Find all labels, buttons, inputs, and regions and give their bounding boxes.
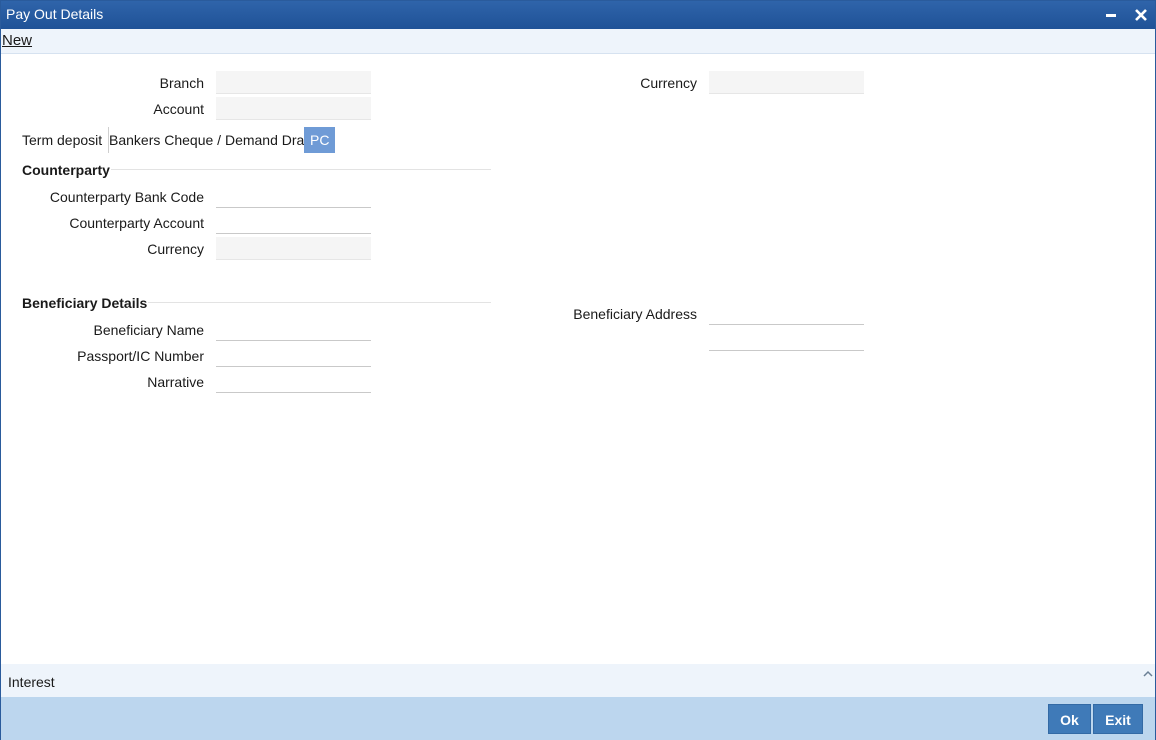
counterparty-account-field[interactable] bbox=[216, 211, 371, 234]
branch-label: Branch bbox=[159, 75, 204, 91]
close-icon-glyph bbox=[1135, 9, 1147, 21]
footer-bar: Ok Exit bbox=[1, 697, 1155, 740]
account-label: Account bbox=[153, 101, 204, 117]
payout-details-window: Pay Out Details New Branch Account Curre… bbox=[0, 0, 1156, 740]
window-title: Pay Out Details bbox=[6, 6, 104, 22]
tab-pc[interactable]: PC bbox=[304, 127, 335, 153]
beneficiary-address-line2-field[interactable] bbox=[709, 328, 864, 351]
ok-button[interactable]: Ok bbox=[1048, 704, 1091, 734]
interest-bar: Interest bbox=[1, 664, 1155, 697]
account-field[interactable] bbox=[216, 97, 371, 120]
counterparty-account-label: Counterparty Account bbox=[69, 215, 204, 231]
exit-button[interactable]: Exit bbox=[1093, 704, 1143, 734]
counterparty-currency-label: Currency bbox=[147, 241, 204, 257]
beneficiary-address-line1-field[interactable] bbox=[709, 302, 864, 325]
beneficiary-address-label: Beneficiary Address bbox=[573, 306, 697, 322]
interest-link[interactable]: Interest bbox=[8, 674, 55, 690]
branch-field[interactable] bbox=[216, 71, 371, 94]
minimize-icon[interactable] bbox=[1101, 5, 1121, 25]
currency-label: Currency bbox=[640, 75, 697, 91]
beneficiary-divider bbox=[148, 302, 491, 303]
passport-ic-number-label: Passport/IC Number bbox=[77, 348, 204, 364]
counterparty-currency-field[interactable] bbox=[216, 237, 371, 260]
title-bar: Pay Out Details bbox=[1, 1, 1155, 29]
tab-bankers-cheque-demand-draft[interactable]: Bankers Cheque / Demand Draft bbox=[103, 127, 318, 153]
passport-ic-number-field[interactable] bbox=[216, 344, 371, 367]
chevron-up-icon[interactable] bbox=[1142, 669, 1154, 679]
menu-bar: New bbox=[1, 29, 1155, 54]
new-link[interactable]: New bbox=[2, 32, 32, 49]
counterparty-bank-code-field[interactable] bbox=[216, 185, 371, 208]
close-icon[interactable] bbox=[1131, 5, 1151, 25]
counterparty-heading: Counterparty bbox=[22, 162, 110, 178]
currency-field[interactable] bbox=[709, 71, 864, 94]
beneficiary-heading: Beneficiary Details bbox=[22, 295, 148, 311]
narrative-label: Narrative bbox=[147, 374, 204, 390]
narrative-field[interactable] bbox=[216, 370, 371, 393]
counterparty-divider bbox=[111, 169, 491, 170]
tab-term-deposit[interactable]: Term deposit bbox=[16, 127, 110, 153]
beneficiary-name-field[interactable] bbox=[216, 318, 371, 341]
beneficiary-name-label: Beneficiary Name bbox=[93, 322, 205, 338]
counterparty-bank-code-label: Counterparty Bank Code bbox=[49, 189, 204, 205]
